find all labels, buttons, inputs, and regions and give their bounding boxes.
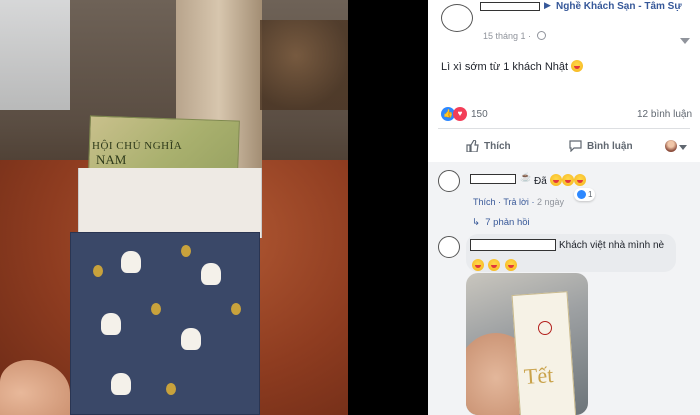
comment-button[interactable]: Bình luận <box>569 140 633 152</box>
coin-icon <box>181 245 191 257</box>
cup-icon: ☕ <box>520 172 532 182</box>
banknote-text-2: NAM <box>96 152 127 167</box>
lucky-cat-icon <box>181 328 201 350</box>
coin-icon <box>166 383 176 395</box>
post-panel: ▶ Nghề Khách Sạn - Tâm Sự 15 tháng 1 · L… <box>428 0 700 415</box>
emoji-icon <box>549 174 562 186</box>
comment-text: Khách việt nhà mình nè <box>559 240 665 251</box>
lucky-cat-icon <box>201 263 221 285</box>
emoji-icon <box>504 259 517 271</box>
coin-icon <box>231 303 241 315</box>
globe-icon <box>536 31 546 40</box>
lucky-cat-icon <box>121 251 141 273</box>
like-button[interactable]: Thích <box>466 140 511 152</box>
comment-button-label: Bình luận <box>587 140 633 152</box>
divider <box>438 128 690 129</box>
post-text: Lì xì sớm từ 1 khách Nhật <box>441 60 584 73</box>
emoji-icon <box>472 259 484 271</box>
reaction-count[interactable]: 150 <box>471 109 488 120</box>
photo-window <box>0 0 70 110</box>
view-replies-link[interactable]: ↳ 7 phản hồi <box>472 217 530 228</box>
coin-icon <box>93 265 103 277</box>
page-name-link[interactable]: Nghề Khách Sạn - Tâm Sự <box>556 0 698 13</box>
chevron-down-icon[interactable] <box>679 145 687 150</box>
lucky-cat-icon <box>111 373 131 395</box>
emoji-icon <box>488 259 501 271</box>
avatar-selector-icon[interactable] <box>665 140 677 152</box>
envelope-flap <box>78 168 262 238</box>
redacted-author-name[interactable] <box>480 2 540 11</box>
lucky-cat-icon <box>101 313 121 335</box>
like-icon <box>466 140 479 152</box>
author-avatar[interactable] <box>441 4 473 32</box>
comment-emoji-row <box>472 256 517 274</box>
seal-icon <box>538 321 552 335</box>
emoji-icon <box>573 174 586 186</box>
comment-time[interactable]: 2 ngày <box>537 197 564 207</box>
commenter-avatar[interactable] <box>438 236 460 258</box>
emoji-icon <box>571 60 584 72</box>
arrow-separator-icon: ▶ <box>544 0 551 10</box>
lightbox-gap <box>348 0 428 415</box>
post-timestamp[interactable]: 15 tháng 1 · <box>483 31 546 41</box>
dropdown-caret-icon[interactable] <box>680 38 690 44</box>
photo-chairs <box>260 20 348 110</box>
envelope <box>70 232 260 415</box>
comment-like-link[interactable]: Thích <box>473 197 496 207</box>
like-button-label: Thích <box>484 140 511 152</box>
emoji-icon <box>561 174 574 186</box>
thumbnail-script: Tết <box>523 362 555 389</box>
comment-text: Đã <box>534 174 586 187</box>
like-reaction-icon <box>577 190 586 199</box>
redacted-commenter-name[interactable] <box>470 239 556 251</box>
comment-reply-link[interactable]: Trả lời <box>503 197 529 207</box>
comment-attached-photo[interactable]: Tết <box>466 273 588 415</box>
post-photo[interactable]: HỘI CHỦ NGHĨA NAM <box>0 0 348 415</box>
comment-count[interactable]: 12 bình luận <box>637 109 692 120</box>
commenter-avatar[interactable] <box>438 170 460 192</box>
comment-icon <box>569 140 582 152</box>
love-reaction-icon[interactable]: ♥ <box>453 107 467 121</box>
redacted-commenter-name[interactable] <box>470 174 516 184</box>
envelope <box>511 291 577 415</box>
banknote-text-1: HỘI CHỦ NGHĨA <box>92 140 183 152</box>
comment-like-count[interactable]: 1 <box>574 188 596 201</box>
reply-arrow-icon: ↳ <box>472 217 480 228</box>
comment-actions: Thích · Trả lời · 2 ngày <box>473 197 564 207</box>
coin-icon <box>151 303 161 315</box>
